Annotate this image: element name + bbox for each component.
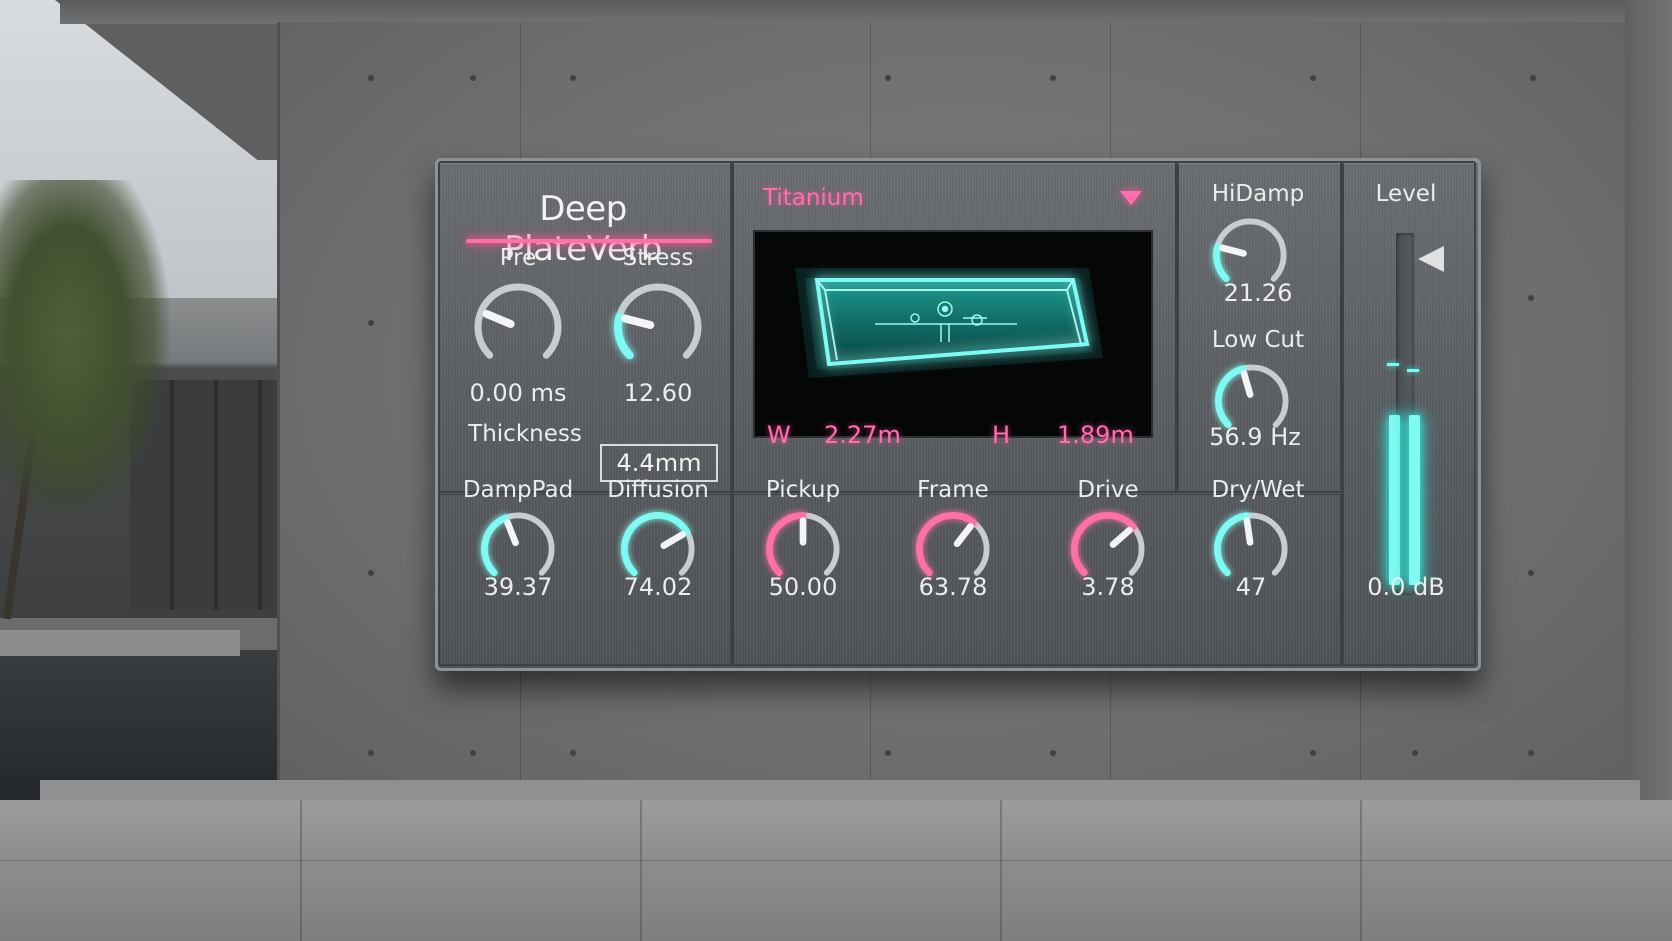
wall-tie-hole [470,75,476,81]
pre-value: 0.00 ms [469,379,567,407]
preset-dropdown-arrow-icon[interactable] [1120,191,1142,205]
drywet-value: 47 [1235,573,1267,601]
wall-tie-hole [885,75,891,81]
pre-knob[interactable] [468,277,568,377]
wall-tie-hole [1050,75,1056,81]
floor-joint [300,800,302,941]
peak-hold-right [1407,369,1419,373]
diffusion-knob-arc [621,512,691,577]
lowcut-label: Low Cut [1211,327,1305,353]
level-label: Level [1375,181,1437,207]
preset-name[interactable]: Titanium [763,185,864,211]
wall-tie-hole [1310,75,1316,81]
height-value[interactable]: 1.89m [1057,421,1134,449]
pre-knob-pointer [482,309,515,328]
frame-knob-arc [916,512,977,577]
width-label: W [767,421,791,449]
wall-tie-hole [1310,750,1316,756]
drywet-knob-arc [1214,512,1250,577]
stress-label: Stress [622,245,694,271]
floor-joint [640,800,642,941]
drive-knob-arc [1071,512,1137,577]
floor-joint [1000,800,1002,941]
wall-tie-hole [368,570,374,576]
frame-label: Frame [917,477,989,503]
wall-tie-hole [1412,750,1418,756]
drive-knob-pointer [1109,526,1133,548]
wall-tie-hole [570,75,576,81]
drywet-knob-pointer [1243,517,1254,546]
stone-floor [0,800,1672,941]
pool-ledge [0,630,240,656]
floor-joint [1360,800,1362,941]
damppad-value: 39.37 [483,573,553,601]
pre-knob-track [474,283,562,359]
height-label: H [992,421,1011,449]
level-value: 0.0 dB [1367,573,1445,601]
pickup-label: Pickup [765,477,841,503]
wall-base-step [40,780,1640,802]
wall-tie-hole [368,750,374,756]
drive-label: Drive [1077,477,1139,503]
stress-knob-pointer [621,314,655,330]
damppad-label: DampPad [462,477,574,503]
width-value[interactable]: 2.27m [824,421,901,449]
frame-knob-pointer [953,523,974,548]
lowcut-value: 56.9 Hz [1209,423,1301,451]
diffusion-knob-pointer [660,531,686,549]
hidamp-value: 21.26 [1223,279,1293,307]
drywet-label: Dry/Wet [1211,477,1305,503]
peak-hold-left [1387,363,1399,367]
diffusion-value: 74.02 [623,573,693,601]
hidamp-label: HiDamp [1211,181,1305,207]
tree-foliage [0,180,170,520]
wall-tie-hole [1530,75,1536,81]
damppad-knob-pointer [504,519,519,547]
drive-value: 3.78 [1081,573,1135,601]
wall-tie-hole [885,750,891,756]
meter-bar-right [1409,414,1420,585]
wall-tie-hole [368,320,374,326]
damppad-knob-arc [481,514,509,577]
pre-label: Pre [499,245,537,271]
plugin-window: Deep PlateVerb Pre 0.00 ms Stress 12.60 … [435,158,1481,671]
wall-tie-hole [470,750,476,756]
fader-arrow-icon[interactable] [1418,246,1444,272]
wall-tie-hole [1528,750,1534,756]
pickup-value: 50.00 [768,573,838,601]
wall-tie-hole [368,75,374,81]
plate-visualizer [753,230,1153,438]
meter-bar-left [1389,414,1400,585]
lowcut-knob-arc [1215,365,1246,429]
hidamp-knob-pointer [1218,244,1247,257]
stress-knob[interactable] [608,277,708,377]
lowcut-knob-pointer [1240,370,1254,398]
floor-joint [0,860,1672,861]
wall-tie-hole [570,750,576,756]
thickness-label: Thickness [468,421,582,447]
concrete-wall-side [1625,0,1672,820]
title-underline [466,239,712,243]
pickup-knob-arc [766,512,807,577]
diffusion-label: Diffusion [607,477,709,503]
wall-tie-hole [1528,295,1534,301]
roof-edge [60,0,1672,24]
stress-value: 12.60 [623,379,693,407]
plate-3d-icon [795,268,1103,378]
wall-tie-hole [1528,570,1534,576]
wall-tie-hole [1050,750,1056,756]
frame-value: 63.78 [918,573,988,601]
